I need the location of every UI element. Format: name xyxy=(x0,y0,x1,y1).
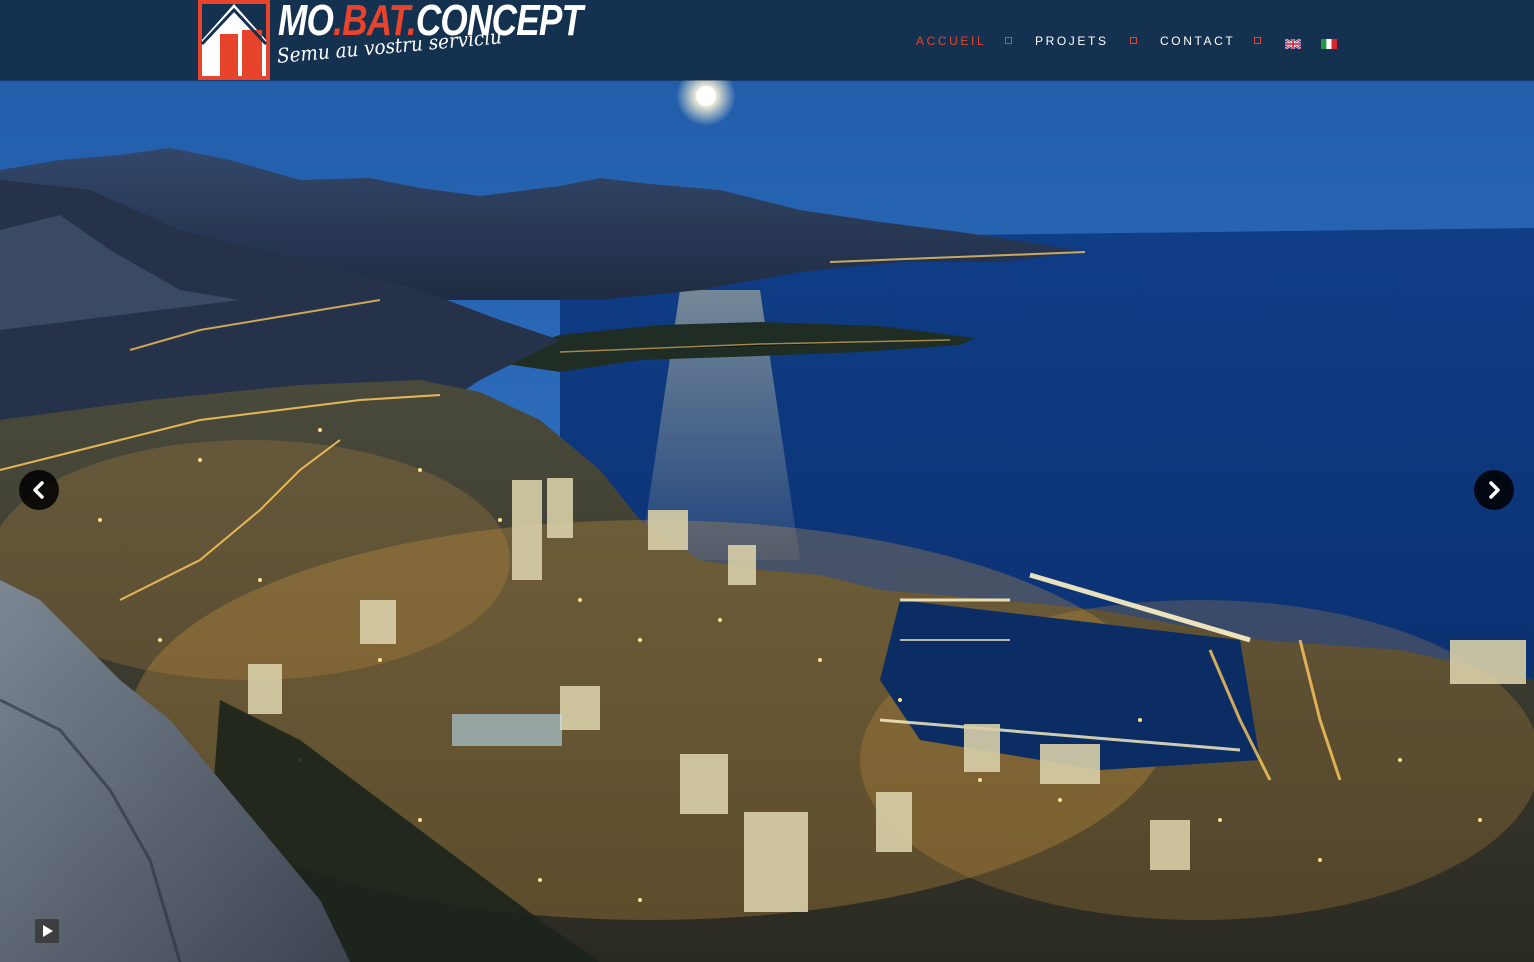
nav-separator-icon xyxy=(1254,37,1261,44)
italy-flag-icon[interactable] xyxy=(1321,39,1337,49)
slider-prev-button[interactable] xyxy=(19,470,59,510)
nav-item-projets[interactable]: PROJETS xyxy=(1035,34,1109,48)
brand-logo[interactable]: MO.BAT.CONCEPT Semu au vostru serviciu xyxy=(198,0,583,80)
chevron-left-icon xyxy=(33,481,44,499)
hero-slider xyxy=(0,0,1534,962)
brand-name-part1: MO xyxy=(278,0,334,45)
slider-play-button[interactable] xyxy=(35,919,59,943)
nav-separator-icon xyxy=(1130,37,1137,44)
house-logo-icon xyxy=(198,0,270,80)
nav-item-accueil[interactable]: ACCUEIL xyxy=(916,34,986,48)
play-icon xyxy=(43,925,53,937)
nav-separator-icon xyxy=(1005,37,1012,44)
hero-image xyxy=(0,0,1534,962)
uk-flag-icon[interactable] xyxy=(1285,39,1301,49)
nav-item-contact[interactable]: CONTACT xyxy=(1160,34,1235,48)
slider-next-button[interactable] xyxy=(1474,470,1514,510)
chevron-right-icon xyxy=(1489,481,1500,499)
site-header: MO.BAT.CONCEPT Semu au vostru serviciu A… xyxy=(0,0,1534,80)
